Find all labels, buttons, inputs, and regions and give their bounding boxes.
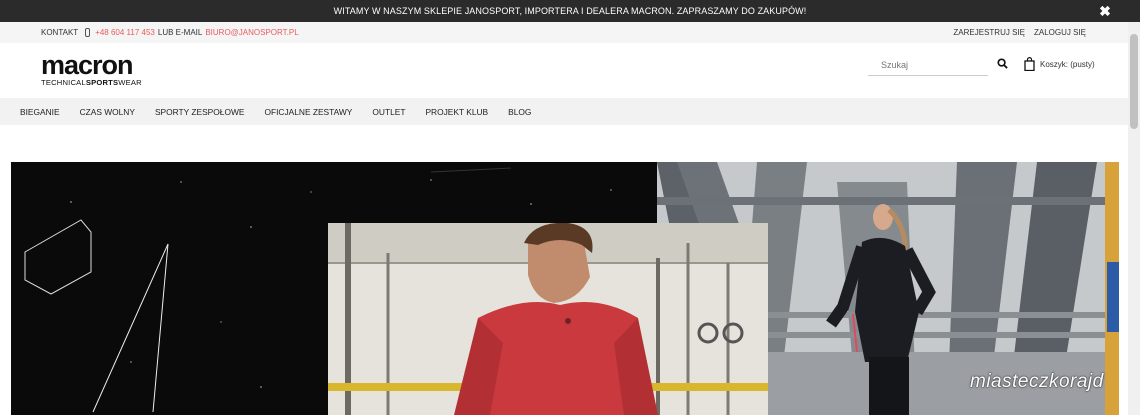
tagline-bold: SPORTS [85,78,119,87]
nav-item-projekt-klub[interactable]: Projekt Klub [425,107,488,117]
cart-label: Koszyk: (pusty) [1040,59,1095,69]
search-icon[interactable] [997,58,1008,69]
site-header: macron TECHNICALSPORTSWEAR Koszyk: (pust… [0,43,1128,98]
phone-icon [85,28,91,37]
macron-logo[interactable]: macron TECHNICALSPORTSWEAR [41,50,154,89]
scrollbar-thumb[interactable] [1130,34,1138,129]
close-icon[interactable]: ✖ [1098,4,1112,18]
contact-label: Kontakt [41,28,79,37]
shopping-bag-icon [1024,57,1035,71]
search-box [868,55,991,76]
contact-bar: Kontakt +48 604 117 453 lub e-mail biuro… [0,22,1128,43]
tagline-pre: TECHNICAL [41,78,86,87]
nav-item-sporty-zespolowe[interactable]: Sporty zespołowe [155,107,245,117]
nav-item-czas-wolny[interactable]: Czas wolny [80,107,135,117]
nav-item-bieganie[interactable]: Bieganie [20,107,60,117]
nav-item-blog[interactable]: Blog [508,107,531,117]
login-link[interactable]: Zaloguj się [1034,28,1086,37]
or-email-label: lub e-mail [157,28,203,37]
logo-tagline: TECHNICALSPORTSWEAR [41,78,154,87]
announcement-bar: Witamy w naszym sklepie Janosport, impor… [0,0,1140,22]
gym-athlete-image [328,223,768,415]
nav-item-oficjalne-zestawy[interactable]: Oficjalne zestawy [264,107,352,117]
account-links: Zarejestruj się Zaloguj się [953,28,1086,37]
announcement-text: Witamy w naszym sklepie Janosport, impor… [333,6,807,16]
logo-wordmark: macron [41,50,134,80]
tagline-post: WEAR [118,78,142,87]
nav-item-outlet[interactable]: Outlet [372,107,405,117]
page-scrollbar[interactable] [1128,22,1140,415]
search-input[interactable] [868,56,991,74]
hero-gym-photo [328,223,768,415]
phone-link[interactable]: +48 604 117 453 [95,28,155,37]
contact-info: Kontakt +48 604 117 453 lub e-mail biuro… [41,28,299,37]
email-link[interactable]: biuro@janosport.pl [205,28,298,37]
watermark-text: miasteczkorajd [970,371,1104,392]
hero-banner[interactable] [11,162,1119,415]
main-nav: Bieganie Czas wolny Sporty zespołowe Ofi… [0,98,1128,125]
register-link[interactable]: Zarejestruj się [953,28,1025,37]
cart-link[interactable]: Koszyk: (pusty) [1024,57,1095,71]
